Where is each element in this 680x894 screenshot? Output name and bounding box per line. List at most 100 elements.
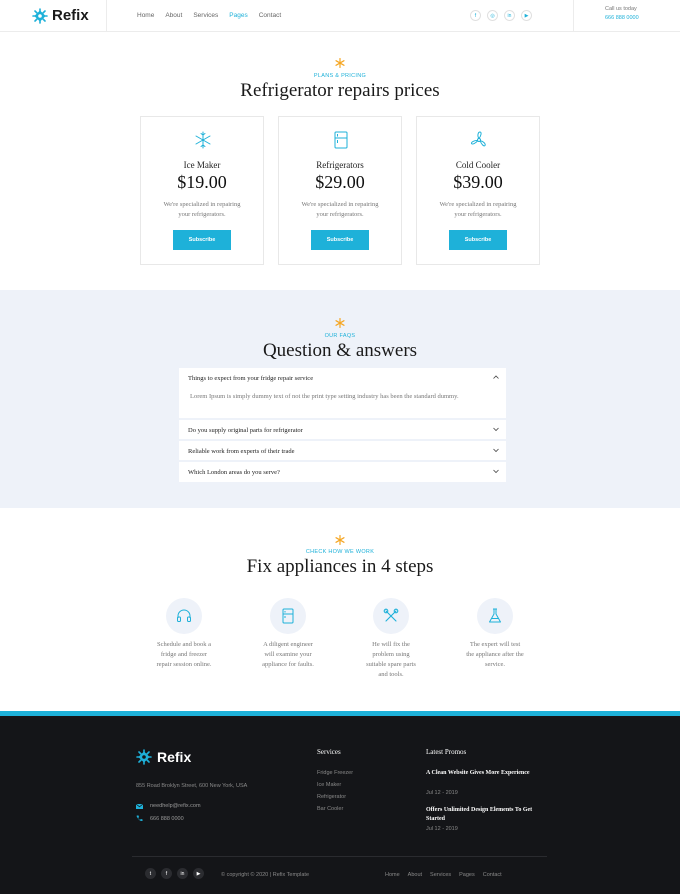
promo-title[interactable]: A Clean Website Gives More Experience	[426, 769, 536, 778]
nav-item-contact[interactable]: Contact	[259, 12, 281, 19]
step-line: repair session online.	[156, 661, 212, 668]
footer-nav-contact[interactable]: Contact	[483, 872, 502, 878]
card-description: We're specialized in repairing your refr…	[301, 201, 379, 218]
footer-email-text[interactable]: needhelp@refix.com	[150, 803, 201, 809]
snowflake-icon	[335, 58, 345, 68]
faq-title: Question & answers	[262, 340, 418, 361]
step-icon-circle	[270, 598, 306, 634]
faq-item[interactable]: Things to expect from your fridge repair…	[179, 368, 506, 418]
phone-icon	[136, 815, 143, 822]
footer-service-link[interactable]: Refrigerator	[317, 794, 346, 800]
fan-icon	[470, 131, 486, 147]
site-footer: Refix 855 Road Broklyn Street, 600 New Y…	[0, 716, 680, 894]
footer-service-link[interactable]: Fridge Freezer	[317, 770, 353, 776]
faq-question[interactable]: Things to expect from your fridge repair…	[188, 375, 313, 382]
footer-nav-pages[interactable]: Pages	[459, 872, 475, 878]
nav-item-pages[interactable]: Pages	[229, 12, 247, 19]
step-line: service.	[484, 661, 506, 668]
flask-icon	[489, 608, 501, 623]
call-number[interactable]: 666 888 0000	[605, 15, 639, 21]
footer-nav-home[interactable]: Home	[385, 872, 400, 878]
fridge-icon	[334, 131, 348, 149]
instagram-icon[interactable]: ◎	[487, 10, 498, 21]
snowflake-icon	[195, 131, 211, 149]
step-icon-circle	[166, 598, 202, 634]
facebook-icon[interactable]: f	[470, 10, 481, 21]
footer-services-heading: Services	[317, 748, 341, 756]
facebook-icon[interactable]: f	[161, 868, 172, 879]
linkedin-icon[interactable]: in	[504, 10, 515, 21]
step-line: Schedule and book a	[157, 641, 211, 648]
step-line: appliance for faults.	[262, 661, 314, 668]
price-card: Ice Maker $19.00 We're specialized in re…	[140, 116, 264, 265]
twitter-icon[interactable]: t	[145, 868, 156, 879]
footer-service-link[interactable]: Bar Cooler	[317, 806, 343, 812]
logo-text: Refix	[52, 7, 89, 24]
subscribe-button[interactable]: Subscribe	[173, 230, 231, 250]
footer-nav-about[interactable]: About	[408, 872, 422, 878]
step-line: The expert will test	[469, 641, 521, 648]
pricing-eyebrow: PLANS & PRICING	[313, 73, 367, 79]
promo-date: Jul 12 - 2019	[426, 826, 458, 832]
footer-socials: t f in ▶	[145, 868, 204, 879]
copyright: © copyright © 2020 | Refix Template	[221, 872, 310, 878]
header-divider	[106, 0, 107, 32]
footer-phone[interactable]: 666 888 0000	[136, 815, 184, 822]
subscribe-button[interactable]: Subscribe	[449, 230, 507, 250]
faq-item[interactable]: Do you supply original parts for refrige…	[179, 420, 506, 439]
promo-date: Jul 12 - 2019	[426, 790, 458, 796]
card-name: Ice Maker	[183, 160, 221, 170]
faq-question[interactable]: Do you supply original parts for refrige…	[188, 427, 303, 434]
youtube-icon[interactable]: ▶	[193, 868, 204, 879]
step-description: The expert will test the appliance after…	[450, 640, 540, 670]
price-card: Refrigerators $29.00 We're specialized i…	[278, 116, 402, 265]
promo-title[interactable]: Offers Unlimited Design Elements To Get …	[426, 806, 536, 824]
snowflake-logo-icon	[136, 749, 152, 765]
snowflake-logo-icon	[32, 7, 48, 24]
chevron-up-icon[interactable]	[492, 373, 500, 381]
fridge-icon	[282, 608, 294, 624]
faq-item[interactable]: Reliable work from experts of their trad…	[179, 441, 506, 460]
site-header: Refix Home About Services Pages Contact …	[0, 0, 680, 32]
footer-promos-heading: Latest Promos	[426, 748, 467, 756]
chevron-down-icon[interactable]	[492, 467, 500, 475]
step-line: fridge and freezer	[160, 651, 208, 658]
nav-item-home[interactable]: Home	[137, 12, 154, 19]
step-line: problem using	[372, 651, 410, 658]
faq-answer: Lorem Ipsum is simply dummy text of not …	[190, 393, 459, 400]
call-label: Call us today	[605, 6, 637, 12]
step-line: A diligent engineer	[263, 641, 313, 648]
footer-email[interactable]: needhelp@refix.com	[136, 803, 201, 809]
linkedin-icon[interactable]: in	[177, 868, 188, 879]
footer-logo[interactable]: Refix	[136, 749, 191, 765]
snowflake-icon	[335, 535, 345, 545]
nav-item-services[interactable]: Services	[193, 12, 218, 19]
step-description: He will fix the problem using suitable s…	[346, 640, 436, 680]
step-description: Schedule and book a fridge and freezer r…	[139, 640, 229, 670]
footer-address: 855 Road Broklyn Street, 600 New York, U…	[136, 783, 248, 789]
tools-icon	[383, 608, 399, 622]
step-icon-circle	[373, 598, 409, 634]
logo[interactable]: Refix	[32, 7, 89, 24]
nav-item-about[interactable]: About	[165, 12, 182, 19]
step-line: and tools.	[378, 671, 404, 678]
card-description: We're specialized in repairing your refr…	[439, 201, 517, 218]
chevron-down-icon[interactable]	[492, 425, 500, 433]
chevron-down-icon[interactable]	[492, 446, 500, 454]
card-price: $39.00	[453, 172, 503, 192]
faq-item[interactable]: Which London areas do you serve?	[179, 462, 506, 482]
footer-service-link[interactable]: Ice Maker	[317, 782, 341, 788]
header-divider	[573, 0, 574, 32]
subscribe-button[interactable]: Subscribe	[311, 230, 369, 250]
card-name: Cold Cooler	[455, 160, 501, 170]
headset-icon	[177, 609, 191, 622]
price-card: Cold Cooler $39.00 We're specialized in …	[416, 116, 540, 265]
footer-phone-text[interactable]: 666 888 0000	[150, 816, 184, 822]
footer-nav: Home About Services Pages Contact	[385, 872, 510, 878]
step-icon-circle	[477, 598, 513, 634]
faq-question[interactable]: Reliable work from experts of their trad…	[188, 448, 295, 455]
step-description: A diligent engineer will examine your ap…	[243, 640, 333, 670]
faq-question[interactable]: Which London areas do you serve?	[188, 469, 280, 476]
footer-nav-services[interactable]: Services	[430, 872, 451, 878]
youtube-icon[interactable]: ▶	[521, 10, 532, 21]
